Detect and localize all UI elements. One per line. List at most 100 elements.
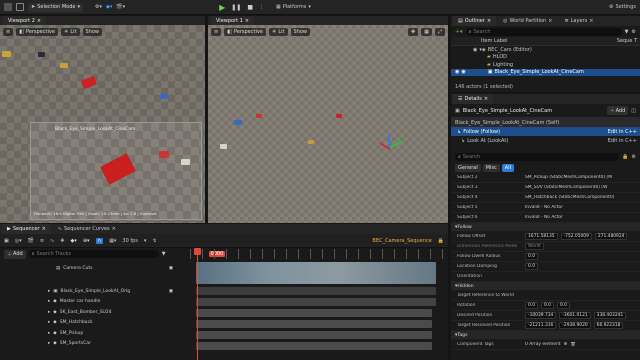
- filter-icon[interactable]: ▼: [162, 251, 166, 257]
- track-clip[interactable]: [196, 331, 432, 339]
- actor-name[interactable]: Black_Eye_Simple_LookAt_CineCam: [463, 108, 552, 114]
- list-icon[interactable]: ≡: [40, 238, 44, 244]
- snap-options-icon[interactable]: ▦▾: [109, 238, 116, 244]
- viewport-menu-button[interactable]: ≡: [211, 28, 222, 36]
- close-icon[interactable]: ×: [589, 18, 593, 24]
- car[interactable]: [160, 94, 168, 99]
- tab-sequencer[interactable]: ▶ Sequencer ×: [2, 224, 51, 234]
- show-button[interactable]: Show: [290, 28, 311, 36]
- add-component-button[interactable]: ＋ Add: [606, 106, 629, 115]
- simulate-icon[interactable]: ❚❚: [231, 4, 241, 11]
- property-target-ref[interactable]: Target Reference to World: [451, 291, 640, 301]
- car[interactable]: [220, 144, 227, 149]
- save-icon[interactable]: [4, 3, 12, 11]
- add-track-button[interactable]: ＋ Add: [4, 249, 26, 259]
- car[interactable]: [2, 51, 11, 57]
- track-row[interactable]: ▤ Camera Cuts ▣: [0, 264, 188, 275]
- playhead[interactable]: [197, 249, 198, 360]
- expand-icon[interactable]: ▸: [48, 331, 50, 336]
- lock-icon[interactable]: 🔒: [622, 154, 628, 160]
- close-icon[interactable]: ×: [42, 226, 46, 232]
- expand-icon[interactable]: ▸: [48, 341, 50, 346]
- property-orientation[interactable]: Orientation: [451, 272, 640, 282]
- track-row[interactable]: ▸ ◆ Master car handle: [0, 297, 188, 308]
- filter-general[interactable]: General: [455, 164, 481, 172]
- section-follow[interactable]: ▾ Follow: [451, 223, 640, 232]
- close-icon[interactable]: ×: [548, 18, 552, 24]
- blueprint-icon[interactable]: ◫: [631, 108, 636, 114]
- selection-mode-button[interactable]: ➤ Selection Mode ▾: [28, 2, 83, 12]
- filter-all[interactable]: All: [501, 164, 514, 172]
- component-row[interactable]: ↳ Look At (LookAt) Edit in C++: [451, 136, 640, 145]
- lit-button[interactable]: ☀ Lit: [60, 28, 80, 36]
- modes-icon[interactable]: ⚙▾: [95, 4, 102, 10]
- search-input[interactable]: ⌕ Search: [465, 27, 622, 36]
- expand-icon[interactable]: ▸: [48, 299, 50, 304]
- camera-icon[interactable]: ▣: [169, 266, 188, 271]
- transform-gizmo[interactable]: [378, 134, 408, 164]
- timeline-ruler[interactable]: [190, 249, 448, 259]
- track-row[interactable]: ▸ ▣ Black_Eye_Simple_LookAt_Orig ▣: [0, 287, 188, 297]
- viewport-menu-button[interactable]: ≡: [3, 28, 14, 36]
- settings-button[interactable]: ⚙ Settings: [609, 4, 636, 10]
- track-clip[interactable]: [196, 320, 432, 328]
- tab-sequencer-curves[interactable]: ∿ Sequencer Curves ×: [53, 224, 121, 234]
- platforms-button[interactable]: ▦ Platforms ▾: [276, 4, 311, 10]
- plus-icon[interactable]: ⊕: [564, 342, 568, 347]
- details-search-input[interactable]: ⌕ Search: [455, 153, 620, 161]
- fps-select[interactable]: 30 fps: [122, 238, 138, 244]
- curve-icon[interactable]: ∿: [50, 238, 54, 244]
- lock-icon[interactable]: 🔒: [438, 238, 444, 244]
- close-icon[interactable]: ×: [112, 226, 116, 232]
- car[interactable]: [60, 63, 68, 68]
- outliner-row[interactable]: ▰ HLOD: [451, 54, 640, 62]
- camera-cut-clip[interactable]: [196, 262, 436, 284]
- track-row[interactable]: ▸ ◆ SM_Pickup: [0, 329, 188, 339]
- tab-details[interactable]: ☰ Details ×: [453, 94, 494, 104]
- stop-icon[interactable]: ■: [247, 4, 253, 11]
- snap-icon[interactable]: ▦: [421, 28, 432, 36]
- car[interactable]: [308, 140, 314, 144]
- show-button[interactable]: Show: [82, 28, 103, 36]
- blueprint-icon[interactable]: ◆▾: [106, 4, 112, 10]
- close-icon[interactable]: ×: [484, 96, 488, 102]
- track-clip[interactable]: [196, 287, 436, 295]
- car[interactable]: [336, 114, 342, 118]
- camera-toggle-icon[interactable]: ▣: [169, 289, 188, 294]
- add-actor-button[interactable]: ＋▾: [455, 28, 463, 35]
- content-icon[interactable]: [16, 3, 24, 11]
- track-row[interactable]: ▸ ◆ SK_East_Bomber_SU24: [0, 308, 188, 318]
- outliner-row-selected[interactable]: ◉ ◉ ▣ Black_Eye_Simple_LookAt_CineCam: [451, 68, 640, 76]
- tab-layers[interactable]: ≣ Layers ×: [559, 16, 598, 26]
- trash-icon[interactable]: 🗑: [570, 342, 576, 347]
- perspective-button[interactable]: ◧ Perspective: [16, 28, 58, 36]
- transform-icon[interactable]: ✥: [60, 238, 64, 244]
- filter-icon[interactable]: ▼: [625, 29, 629, 35]
- sequence-name[interactable]: BEC_Camera_Sequence: [372, 238, 431, 244]
- component-row-selected[interactable]: ↳ Follow (Follow) Edit in C++: [451, 127, 640, 136]
- track-clip[interactable]: [196, 309, 432, 317]
- auto-key-icon[interactable]: ⊕▾: [83, 238, 90, 244]
- outliner-row[interactable]: ▰ Lighting: [451, 61, 640, 69]
- track-row[interactable]: ▸ ◆ SM_SportsCar: [0, 339, 188, 350]
- save-icon[interactable]: ▣: [4, 238, 9, 244]
- eye-icon[interactable]: ◉: [455, 69, 459, 75]
- cinematics-icon[interactable]: 🎬▾: [116, 4, 125, 10]
- track-row[interactable]: ▸ ◆ SM_Hatchback: [0, 318, 188, 329]
- tab-outliner[interactable]: ▤ Outliner ×: [453, 16, 497, 26]
- expand-icon[interactable]: ▸: [48, 310, 50, 315]
- filter-misc[interactable]: Misc: [482, 164, 500, 172]
- expand-icon[interactable]: ▸: [48, 320, 50, 325]
- section-tags[interactable]: ▾ Tags: [451, 331, 640, 340]
- close-icon[interactable]: ×: [245, 18, 249, 24]
- world-icon[interactable]: ◎▾: [15, 238, 22, 244]
- more-play-icon[interactable]: ⋮: [259, 4, 264, 10]
- play-icon[interactable]: ▶: [219, 3, 225, 12]
- component-row[interactable]: Black_Eye_Simple_LookAt_CineCam (Self): [451, 118, 640, 127]
- track-clip[interactable]: [196, 342, 432, 350]
- column-item-label[interactable]: Item Label: [481, 38, 507, 44]
- tab-world-partition[interactable]: ◎ World Partition ×: [498, 16, 557, 26]
- track-row[interactable]: [0, 275, 188, 287]
- maximize-icon[interactable]: ⤢: [434, 28, 445, 36]
- dimension-mode-select[interactable]: World: [525, 243, 544, 250]
